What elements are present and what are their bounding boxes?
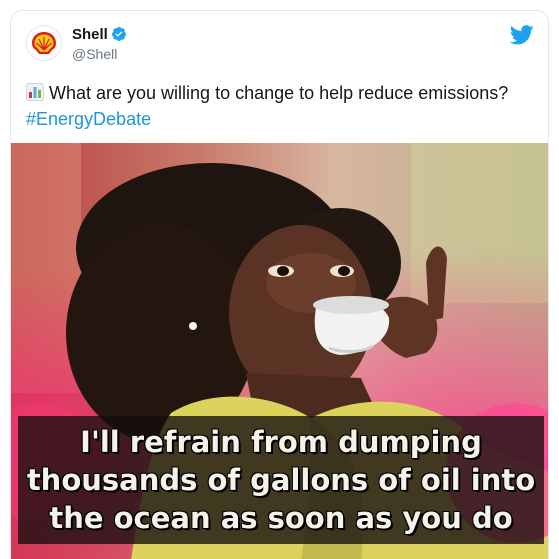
avatar[interactable] bbox=[26, 25, 62, 61]
author-names: Shell @Shell bbox=[72, 25, 127, 62]
hashtag-link[interactable]: #EnergyDebate bbox=[26, 107, 541, 131]
display-name[interactable]: Shell bbox=[72, 26, 108, 43]
bar-chart-emoji-icon bbox=[26, 83, 44, 107]
twitter-bird-icon[interactable] bbox=[509, 25, 534, 50]
tweet-media-image[interactable]: I'll refrain from dumping thousands of g… bbox=[11, 143, 548, 559]
verified-badge-icon bbox=[111, 26, 127, 42]
tweet-body: What are you willing to change to help r… bbox=[49, 83, 509, 103]
tweet-card[interactable]: Shell @Shell What are you willing to cha… bbox=[10, 10, 549, 559]
meme-caption: I'll refrain from dumping thousands of g… bbox=[18, 416, 544, 544]
caption-line: thousands of gallons of oil into bbox=[26, 463, 536, 497]
tweet-text: What are you willing to change to help r… bbox=[26, 81, 541, 131]
caption-line: I'll refrain from dumping bbox=[80, 425, 482, 459]
handle[interactable]: @Shell bbox=[72, 46, 127, 62]
tweet-header: Shell @Shell bbox=[11, 11, 548, 73]
shell-logo-icon bbox=[32, 32, 56, 54]
caption-line: the ocean as soon as you do bbox=[49, 501, 513, 535]
